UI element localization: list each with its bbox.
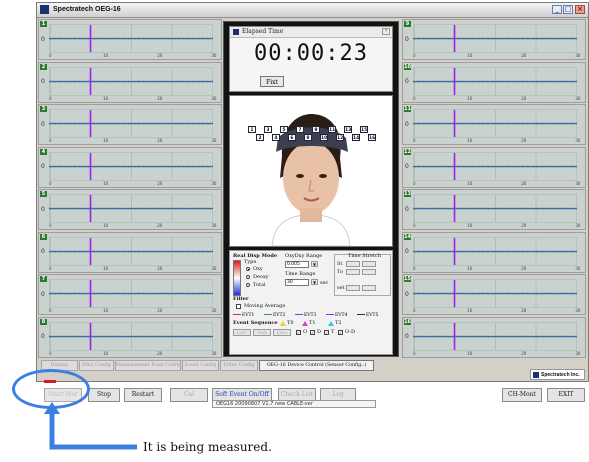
annotation-caption: It is being measured. (143, 440, 272, 454)
annotation-arrowhead-icon (44, 402, 60, 414)
annotation-arrow (49, 406, 137, 450)
annotation-arrow-layer (44, 402, 137, 450)
